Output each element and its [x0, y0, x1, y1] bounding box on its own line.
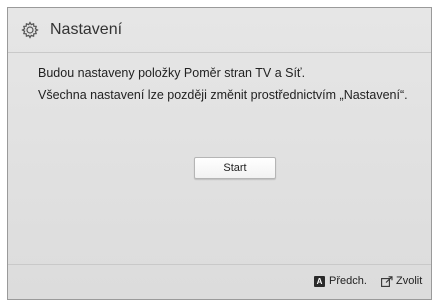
message-line-1: Budou nastaveny položky Poměr stran TV a… [38, 66, 306, 80]
select-label: Zvolit [396, 275, 423, 287]
a-key-icon: A [314, 275, 325, 287]
page-title: Nastavení [50, 21, 123, 38]
setup-dialog: Nastavení Budou nastaveny položky Poměr … [7, 7, 432, 300]
gear-icon [20, 20, 40, 40]
select-action[interactable]: Zvolit [381, 275, 422, 287]
previous-action[interactable]: A Předch. [314, 275, 367, 287]
dialog-body: Budou nastaveny položky Poměr stran TV a… [8, 53, 431, 267]
start-button[interactable]: Start [194, 157, 276, 179]
dialog-header: Nastavení [8, 8, 431, 53]
previous-label: Předch. [329, 275, 367, 287]
dialog-footer: A Předch. Zvolit [8, 264, 431, 299]
message-line-2: Všechna nastavení lze později změnit pro… [38, 88, 408, 102]
enter-icon [381, 275, 393, 287]
